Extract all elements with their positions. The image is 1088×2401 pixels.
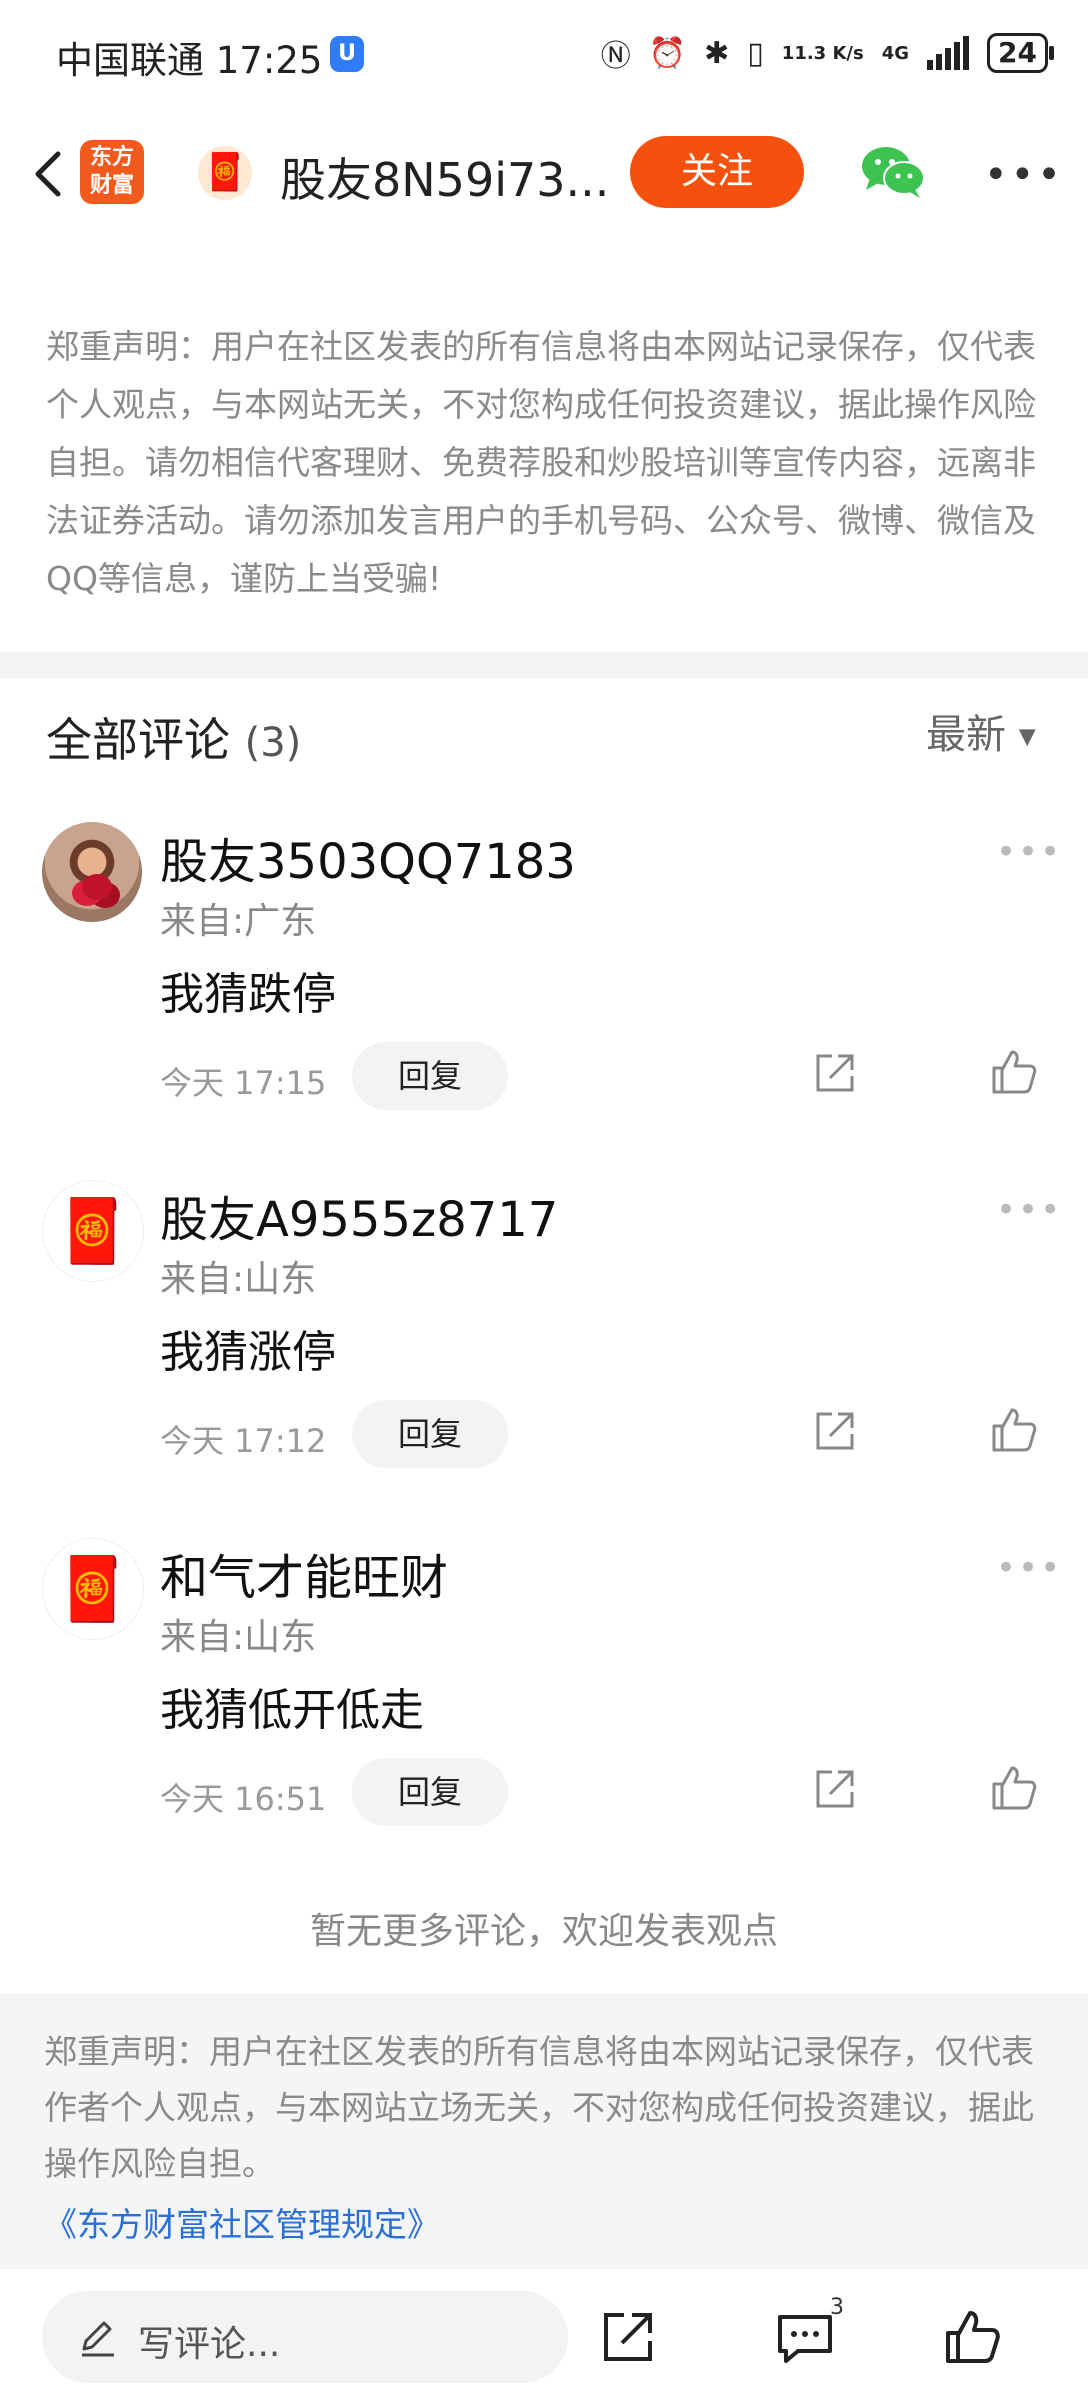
reply-button[interactable]: 回复: [352, 1400, 508, 1468]
comment-time: 今天 17:15: [160, 1064, 327, 1102]
comment-item: 🧧 股友A9555z8717 来自:山东 我猜涨停 今天 17:12 回复 ••…: [0, 1180, 1088, 1520]
reply-button[interactable]: 回复: [352, 1042, 508, 1110]
app-logo[interactable]: 东方 财富: [80, 140, 144, 204]
author-name[interactable]: 股友8N59i73...: [280, 144, 609, 210]
community-rules-link[interactable]: 《东方财富社区管理规定》: [44, 2198, 440, 2246]
more-dots-icon[interactable]: •••: [984, 152, 1064, 198]
nfc-icon: Ⓝ: [600, 39, 631, 74]
more-dots-icon[interactable]: •••: [996, 1548, 1062, 1588]
vibrate-icon: ▯: [747, 35, 764, 71]
bottom-action-bar: 写评论... 3: [0, 2268, 1088, 2401]
commenter-avatar[interactable]: 🧧: [42, 1538, 144, 1640]
status-carrier: 中国联通 17:25: [56, 30, 322, 84]
commenter-location: 来自:山东: [160, 1259, 317, 1300]
share-icon[interactable]: [812, 1766, 858, 1812]
comment-time: 今天 16:51: [160, 1780, 327, 1818]
commenter-name[interactable]: 和气才能旺财: [160, 1538, 448, 1608]
more-dots-icon[interactable]: •••: [996, 832, 1062, 872]
comments-title-text: 全部评论: [46, 713, 230, 767]
battery-indicator: 24: [987, 33, 1054, 73]
comment-text: 我猜涨停: [160, 1327, 336, 1378]
commenter-name[interactable]: 股友A9555z8717: [160, 1180, 558, 1250]
disclaimer-bottom: 郑重声明：用户在社区发表的所有信息将由本网站记录保存，仅代表作者个人观点，与本网…: [44, 2032, 1034, 2183]
commenter-avatar[interactable]: 🧧: [42, 1180, 144, 1282]
no-more-comments: 暂无更多评论，欢迎发表观点: [309, 1911, 778, 1952]
share-icon[interactable]: [812, 1408, 858, 1454]
shield-icon: U: [330, 36, 364, 72]
thumbs-up-icon[interactable]: [944, 2309, 1002, 2365]
signal-icon: [927, 36, 970, 70]
network-type: 4G: [881, 42, 910, 64]
wechat-share-icon[interactable]: [860, 144, 926, 200]
thumbs-up-icon[interactable]: [990, 1406, 1038, 1454]
alarm-icon: ⏰: [648, 35, 687, 71]
comment-text: 我猜跌停: [160, 969, 336, 1020]
commenter-name[interactable]: 股友3503QQ7183: [160, 822, 576, 892]
section-divider: [0, 652, 1088, 678]
back-arrow-icon[interactable]: [22, 144, 82, 204]
comment-item: 🧧 和气才能旺财 来自:山东 我猜低开低走 今天 16:51 回复 •••: [0, 1538, 1088, 1878]
comment-count-badge: 3: [830, 2295, 844, 2320]
commenter-location: 来自:广东: [160, 901, 317, 942]
status-bar: 中国联通 17:25 U Ⓝ ⏰ ✱ ▯ 11.3 K/s 4G 24: [0, 0, 1088, 110]
bluetooth-icon: ✱: [704, 35, 730, 71]
carrier-name: 中国联通: [56, 39, 204, 82]
share-icon[interactable]: [600, 2309, 656, 2365]
app-logo-line2: 财富: [89, 173, 134, 198]
sort-label: 最新: [926, 712, 1006, 758]
write-comment-placeholder: 写评论...: [138, 2324, 281, 2365]
commenter-avatar[interactable]: [42, 822, 142, 922]
top-navigation: 东方 财富 🧧 股友8N59i73... 关注 •••: [0, 110, 1088, 240]
comments-title: 全部评论 (3): [46, 704, 301, 770]
comment-text: 我猜低开低走: [160, 1685, 424, 1736]
net-speed: 11.3 K/s: [781, 42, 864, 64]
thumbs-up-icon[interactable]: [990, 1764, 1038, 1812]
comment-icon[interactable]: [776, 2313, 834, 2365]
comment-time: 今天 17:12: [160, 1422, 327, 1460]
comments-count: (3): [244, 720, 302, 766]
comment-item: 股友3503QQ7183 来自:广东 我猜跌停 今天 17:15 回复 •••: [0, 822, 1088, 1162]
status-time: 17:25: [215, 39, 323, 82]
disclaimer-top: 郑重声明：用户在社区发表的所有信息将由本网站记录保存，仅代表个人观点，与本网站无…: [46, 327, 1036, 598]
pencil-icon: [82, 2321, 114, 2357]
rose-image: [82, 874, 112, 900]
app-logo-line1: 东方: [89, 145, 134, 170]
sort-dropdown[interactable]: 最新 ▼: [926, 702, 1036, 760]
thumbs-up-icon[interactable]: [990, 1048, 1038, 1096]
commenter-location: 来自:山东: [160, 1617, 317, 1658]
caret-down-icon: ▼: [1018, 724, 1036, 750]
write-comment-input[interactable]: 写评论...: [42, 2291, 568, 2383]
status-icons: Ⓝ ⏰ ✱ ▯ 11.3 K/s 4G 24: [600, 30, 1054, 76]
reply-button[interactable]: 回复: [352, 1758, 508, 1826]
author-avatar[interactable]: 🧧: [198, 146, 252, 200]
more-dots-icon[interactable]: •••: [996, 1190, 1062, 1230]
share-icon[interactable]: [812, 1050, 858, 1096]
follow-button[interactable]: 关注: [630, 136, 804, 208]
